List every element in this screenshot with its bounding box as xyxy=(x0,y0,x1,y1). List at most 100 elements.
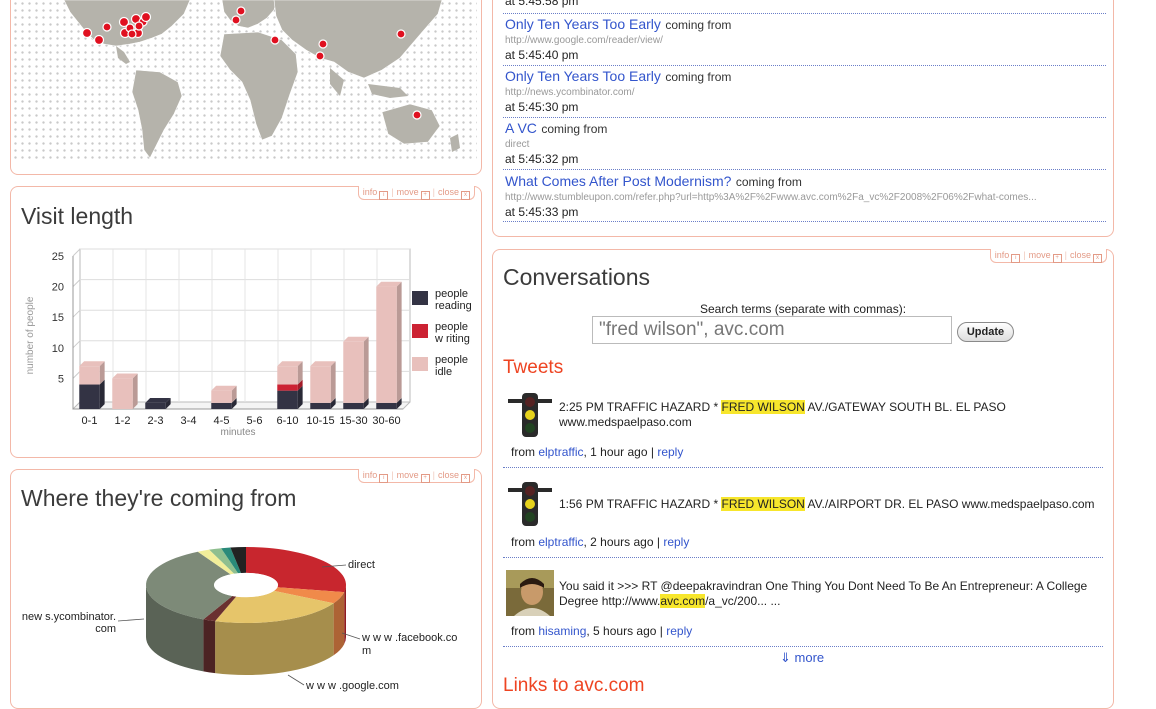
visit-time: at 5:45:33 pm xyxy=(505,205,579,219)
pie-label: w w w .google.com xyxy=(305,680,399,692)
visit-page-link[interactable]: Only Ten Years Too Early xyxy=(505,68,661,84)
bar-side xyxy=(99,379,105,409)
move-button[interactable]: move + xyxy=(1029,250,1062,263)
visit-time: at 5:45:40 pm xyxy=(505,48,579,62)
close-button[interactable]: close x xyxy=(438,470,470,483)
tweet-user-link[interactable]: elptraffic xyxy=(538,445,583,459)
search-highlight: FRED WILSON xyxy=(721,497,805,511)
visit-page-link[interactable]: What Comes After Post Modernism? xyxy=(505,173,731,189)
visit-source: http://www.google.com/reader/view/ xyxy=(505,35,663,46)
visit-page-link[interactable]: Only Ten Years Too Early xyxy=(505,16,661,32)
bar-side xyxy=(363,336,369,403)
visit-item: at 5:45:58 pm xyxy=(505,0,1105,8)
pie-leader-line xyxy=(287,674,305,686)
search-terms-label: Search terms (separate with commas): xyxy=(700,302,907,316)
y-tick-label: 10 xyxy=(52,343,64,355)
info-icon: i xyxy=(379,191,389,200)
pie-slice-side xyxy=(344,585,346,645)
search-terms-input[interactable]: "fred wilson", avc.com xyxy=(592,316,952,344)
visit-item: What Comes After Post Modernism? coming … xyxy=(505,173,1105,219)
tweet-meta: from elptraffic, 2 hours ago | reply xyxy=(511,535,690,549)
bar-side xyxy=(330,361,336,403)
bar-segment xyxy=(145,402,166,409)
tweets-heading: Tweets xyxy=(503,357,564,378)
traffic-light-icon xyxy=(508,482,552,526)
legend-label: people xyxy=(435,354,468,366)
arrow-down-icon: ⇓ xyxy=(780,650,791,665)
tweet-meta: from hisaming, 5 hours ago | reply xyxy=(511,624,693,638)
bar-side xyxy=(396,281,402,403)
pie-label: direct xyxy=(348,559,375,571)
move-icon: + xyxy=(420,474,430,483)
bar-segment xyxy=(211,390,232,403)
move-icon: + xyxy=(420,191,430,200)
visit-item: A VC coming from direct at 5:45:32 pm xyxy=(505,120,1105,166)
world-map xyxy=(63,0,460,159)
pie-leader-line xyxy=(117,618,145,622)
pie-label: new s.ycombinator. xyxy=(22,611,116,623)
grid-line xyxy=(72,371,81,379)
visit-item: Only Ten Years Too Early coming from htt… xyxy=(505,16,1105,62)
pie-label: com xyxy=(95,623,116,635)
bar-segment xyxy=(277,384,298,391)
close-button[interactable]: close x xyxy=(1070,250,1102,263)
legend-label: people xyxy=(435,321,468,333)
legend-label: people xyxy=(435,288,468,300)
bar-segment xyxy=(376,286,397,403)
bar-segment xyxy=(343,402,364,409)
info-icon: i xyxy=(379,474,389,483)
bar-segment xyxy=(277,366,298,385)
info-button[interactable]: info i xyxy=(995,250,1021,263)
tweet-user-link[interactable]: hisaming xyxy=(538,624,586,638)
bar-segment xyxy=(310,402,331,409)
bar-segment xyxy=(79,384,100,409)
panel-tools: info i | move + | close x xyxy=(357,186,475,200)
close-icon: x xyxy=(1093,254,1102,263)
reply-link[interactable]: reply xyxy=(663,535,689,549)
y-tick-label: 25 xyxy=(52,251,64,263)
coming-from-label: coming from xyxy=(541,122,608,136)
x-tick-label: 1-2 xyxy=(115,415,131,427)
visit-length-title: Visit length xyxy=(21,203,134,229)
x-tick-label: 3-4 xyxy=(181,415,197,427)
close-icon: x xyxy=(461,474,470,483)
reply-link[interactable]: reply xyxy=(657,445,683,459)
bar-segment xyxy=(310,366,331,403)
tweet-text: You said it >>> RT @deepakravindran One … xyxy=(559,579,1088,608)
move-icon: + xyxy=(1052,254,1062,263)
bar-segment xyxy=(343,341,364,403)
legend-label: w riting xyxy=(434,333,470,345)
legend-swatch xyxy=(412,324,428,338)
bar-segment xyxy=(79,366,100,385)
pie-slice-side xyxy=(203,619,216,674)
reply-link[interactable]: reply xyxy=(666,624,692,638)
legend-label: reading xyxy=(435,300,472,312)
x-tick-label: 5-6 xyxy=(247,415,263,427)
more-link[interactable]: ⇓ more xyxy=(780,650,824,666)
visit-page-link[interactable]: A VC xyxy=(505,120,537,136)
bar-side xyxy=(132,373,138,409)
close-icon: x xyxy=(461,191,470,200)
grid-line xyxy=(72,248,81,257)
x-axis-title: minutes xyxy=(220,427,255,438)
tweet-user-link[interactable]: elptraffic xyxy=(538,535,583,549)
referrer-pie-chart: direct w w w .facebook.com w w w .google.c… xyxy=(22,547,457,692)
visit-separator xyxy=(503,169,1106,170)
traffic-light-icon xyxy=(508,393,552,437)
info-button[interactable]: info i xyxy=(363,470,389,483)
bar-segment xyxy=(376,402,397,409)
x-tick-label: 30-60 xyxy=(372,415,400,427)
update-button[interactable]: Update xyxy=(957,322,1014,342)
info-button[interactable]: info i xyxy=(363,187,389,200)
panel-tools: info i | move + | close x xyxy=(989,249,1107,263)
x-tick-label: 4-5 xyxy=(214,415,230,427)
visit-time: at 5:45:30 pm xyxy=(505,100,579,114)
coming-from-label: coming from xyxy=(735,175,802,189)
move-button[interactable]: move + xyxy=(397,470,430,483)
move-button[interactable]: move + xyxy=(397,187,430,200)
close-button[interactable]: close x xyxy=(438,187,470,200)
tweet-text: 2:25 PM TRAFFIC HAZARD * FRED WILSON AV.… xyxy=(559,400,1006,429)
y-tick-label: 5 xyxy=(58,373,64,385)
tweet-meta: from elptraffic, 1 hour ago | reply xyxy=(511,445,684,459)
visit-separator xyxy=(503,117,1106,118)
